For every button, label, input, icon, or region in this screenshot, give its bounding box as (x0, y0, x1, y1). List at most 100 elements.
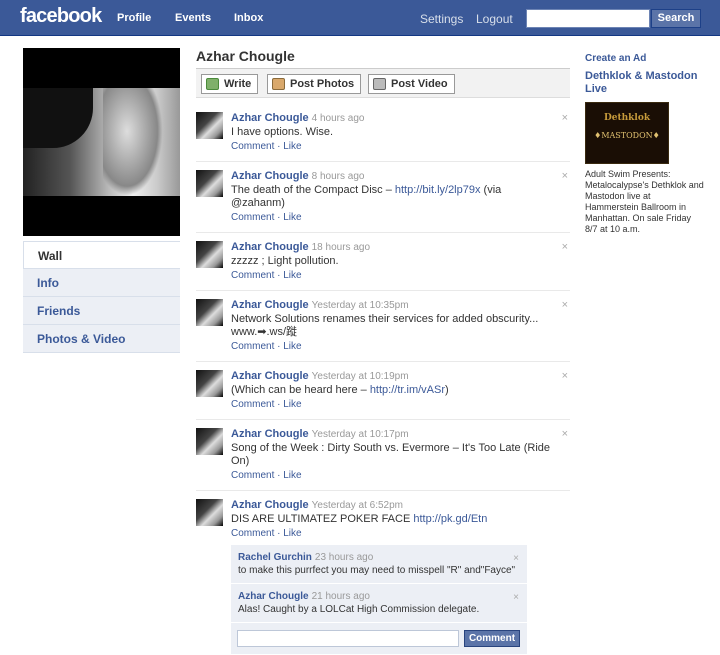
post-photos-label: Post Photos (290, 78, 355, 90)
post-author[interactable]: Azhar Chougle (231, 112, 309, 124)
post-time[interactable]: 4 hours ago (312, 113, 365, 124)
comment-thread: Rachel Gurchin 23 hours ago to make this … (231, 545, 527, 654)
nav-logout[interactable]: Logout (476, 12, 513, 26)
comment-input[interactable] (237, 630, 459, 647)
avatar[interactable] (196, 370, 223, 397)
post-actions[interactable]: Comment · Like (231, 340, 556, 353)
avatar[interactable] (196, 112, 223, 139)
post-body: (Which can be heard here – http://tr.im/… (231, 384, 449, 396)
ad-image[interactable]: Dethklok ♦MASTODON♦ (585, 102, 669, 164)
avatar[interactable] (196, 428, 223, 455)
profile-photo-hand (103, 88, 163, 196)
post-link[interactable]: http://tr.im/vASr (370, 384, 445, 396)
nav-events[interactable]: Events (175, 12, 211, 24)
close-icon[interactable]: × (562, 170, 568, 182)
post-link[interactable]: http://bit.ly/2lp79x (395, 184, 481, 196)
search-button[interactable]: Search (651, 9, 701, 28)
search-input[interactable] (526, 9, 650, 28)
write-label: Write (224, 78, 252, 90)
publisher-bar: Write Post Photos Post Video (196, 68, 570, 98)
nav-settings[interactable]: Settings (420, 12, 463, 26)
comment-author[interactable]: Azhar Chougle (238, 591, 309, 602)
post-actions[interactable]: Comment · Like (231, 527, 556, 540)
post-time[interactable]: Yesterday at 10:17pm (312, 429, 409, 440)
close-icon[interactable]: × (562, 428, 568, 440)
post-time[interactable]: Yesterday at 10:35pm (312, 300, 409, 311)
profile-tabs: Wall Info Friends Photos & Video (23, 241, 180, 353)
post-author[interactable]: Azhar Chougle (231, 370, 309, 382)
avatar[interactable] (196, 170, 223, 197)
profile-picture[interactable] (23, 48, 180, 236)
post-actions[interactable]: Comment · Like (231, 269, 556, 282)
comment-time: 23 hours ago (314, 552, 374, 563)
facebook-logo[interactable]: facebook (20, 5, 102, 28)
wall-post: Azhar Chougle Yesterday at 10:19pm (Which… (196, 362, 570, 420)
close-icon[interactable]: × (562, 112, 568, 124)
comment-text: to make this purrfect you may need to mi… (238, 565, 516, 576)
post-actions[interactable]: Comment · Like (231, 211, 556, 224)
avatar[interactable] (196, 241, 223, 268)
wall-post: Azhar Chougle 18 hours ago zzzzz ; Light … (196, 233, 570, 291)
post-time[interactable]: Yesterday at 10:19pm (312, 371, 409, 382)
post-author[interactable]: Azhar Chougle (231, 170, 309, 182)
post-author[interactable]: Azhar Chougle (231, 428, 309, 440)
write-button[interactable]: Write (201, 74, 259, 94)
post-photos-button[interactable]: Post Photos (267, 74, 362, 94)
tab-photos-video[interactable]: Photos & Video (23, 325, 180, 353)
nav-profile[interactable]: Profile (117, 12, 151, 24)
comment-button[interactable]: Comment (464, 630, 520, 647)
close-icon[interactable]: × (513, 591, 519, 604)
post-actions[interactable]: Comment · Like (231, 140, 556, 153)
tab-info[interactable]: Info (23, 269, 180, 297)
ad-title[interactable]: Dethklok & Mastodon Live (585, 70, 705, 96)
post-author[interactable]: Azhar Chougle (231, 499, 309, 511)
avatar[interactable] (196, 299, 223, 326)
avatar[interactable] (196, 499, 223, 526)
close-icon[interactable]: × (562, 299, 568, 311)
photo-icon (272, 78, 285, 90)
wall-post: Azhar Chougle Yesterday at 6:52pm DIS ARE… (196, 491, 570, 549)
post-video-label: Post Video (391, 78, 448, 90)
comment: Azhar Chougle 21 hours ago Alas! Caught b… (231, 584, 527, 623)
ad-image-logo-dethklok: Dethklok (603, 113, 651, 123)
comment-time: 21 hours ago (311, 591, 370, 602)
wall-feed: Azhar Chougle 4 hours ago I have options.… (196, 104, 570, 549)
comment: Rachel Gurchin 23 hours ago to make this … (231, 545, 527, 584)
video-icon (373, 78, 386, 90)
tab-wall[interactable]: Wall (23, 241, 180, 269)
post-body: DIS ARE ULTIMATEZ POKER FACE http://pk.g… (231, 513, 488, 525)
wall-post: Azhar Chougle 8 hours ago The death of th… (196, 162, 570, 233)
post-actions[interactable]: Comment · Like (231, 469, 556, 482)
comment-text: Alas! Caught by a LOLCat High Commission… (238, 604, 480, 615)
post-video-button[interactable]: Post Video (368, 74, 455, 94)
wall-post: Azhar Chougle Yesterday at 10:17pm Song o… (196, 420, 570, 491)
nav-inbox[interactable]: Inbox (234, 12, 263, 24)
close-icon[interactable]: × (562, 241, 568, 253)
post-body: Song of the Week : Dirty South vs. Everm… (231, 442, 551, 467)
create-ad-link[interactable]: Create an Ad (585, 53, 705, 64)
post-time[interactable]: 8 hours ago (312, 171, 365, 182)
close-icon[interactable]: × (562, 370, 568, 382)
post-body: zzzzz ; Light pollution. (231, 255, 339, 267)
post-body: Network Solutions renames their services… (231, 313, 539, 338)
wall-post: Azhar Chougle Yesterday at 10:35pm Networ… (196, 291, 570, 362)
ad-text: Adult Swim Presents: Metalocalypse's Det… (585, 169, 704, 234)
close-icon[interactable]: × (513, 552, 519, 565)
ad-column: Create an Ad Dethklok & Mastodon Live De… (585, 48, 705, 235)
comment-composer: Comment (231, 623, 527, 654)
post-link[interactable]: http://pk.gd/Etn (413, 513, 487, 525)
post-author[interactable]: Azhar Chougle (231, 241, 309, 253)
post-body: I have options. Wise. (231, 126, 334, 138)
top-bar: facebook Profile Events Inbox Settings L… (0, 0, 720, 36)
wall-post: Azhar Chougle 4 hours ago I have options.… (196, 104, 570, 162)
profile-name: Azhar Chougle (196, 48, 295, 64)
post-time[interactable]: Yesterday at 6:52pm (312, 500, 403, 511)
comment-author[interactable]: Rachel Gurchin (238, 552, 312, 563)
tab-friends[interactable]: Friends (23, 297, 180, 325)
post-actions[interactable]: Comment · Like (231, 398, 556, 411)
post-time[interactable]: 18 hours ago (312, 242, 370, 253)
post-body: The death of the Compact Disc – http://b… (231, 184, 502, 209)
post-author[interactable]: Azhar Chougle (231, 299, 309, 311)
write-icon (206, 78, 219, 90)
ad-image-logo-mastodon: ♦MASTODON♦ (594, 131, 660, 140)
